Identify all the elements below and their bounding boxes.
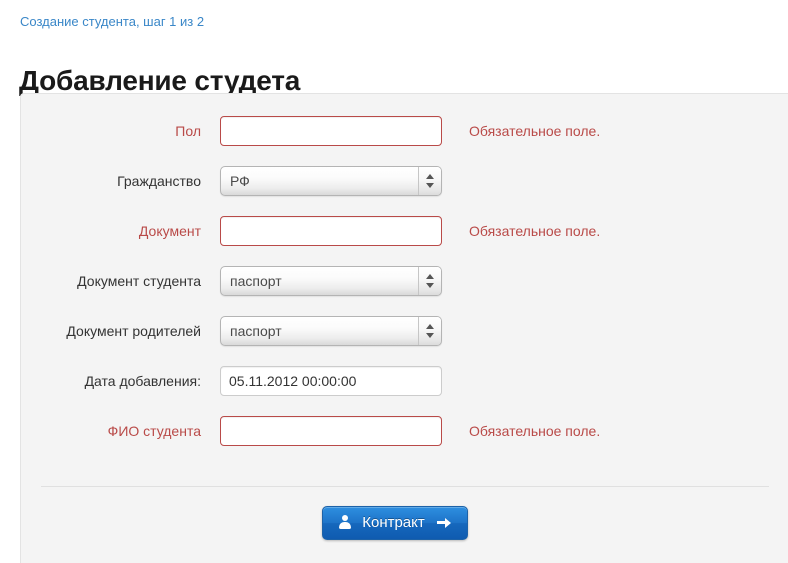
text-input-3[interactable] xyxy=(220,216,442,246)
field-label: Документ xyxy=(138,223,201,239)
select-stepper-icon[interactable] xyxy=(418,317,441,345)
field-error-message: Обязательное поле. xyxy=(469,123,601,139)
select-stepper-icon[interactable] xyxy=(418,267,441,295)
field-control xyxy=(220,416,442,446)
select-2[interactable]: РФ xyxy=(220,166,442,196)
text-input-1[interactable] xyxy=(220,116,442,146)
submit-contract-button[interactable]: Контракт xyxy=(322,506,468,540)
field-label: Пол xyxy=(175,123,201,139)
select-value: паспорт xyxy=(230,323,282,339)
breadcrumb-link[interactable]: Создание студента, шаг 1 из 2 xyxy=(20,14,204,30)
select-value: паспорт xyxy=(230,273,282,289)
footer-actions: Контракт xyxy=(21,506,769,540)
text-input-7[interactable] xyxy=(220,416,442,446)
field-label: Дата добавления: xyxy=(84,373,201,389)
page-root: Создание студента, шаг 1 из 2 Добавление… xyxy=(0,0,788,563)
field-error-message: Обязательное поле. xyxy=(469,223,601,239)
select-4[interactable]: паспорт xyxy=(220,266,442,296)
select-5[interactable]: паспорт xyxy=(220,316,442,346)
field-control xyxy=(220,116,442,146)
field-control: паспорт xyxy=(220,316,442,346)
arrow-right-icon xyxy=(436,516,451,528)
select-value: РФ xyxy=(230,173,250,189)
field-control: РФ xyxy=(220,166,442,196)
field-control: паспорт xyxy=(220,266,442,296)
field-label: Документ студента xyxy=(77,273,201,289)
select-stepper-icon[interactable] xyxy=(418,167,441,195)
field-label: Гражданство xyxy=(117,173,201,189)
field-label: ФИО студента xyxy=(107,423,201,439)
field-control xyxy=(220,366,442,396)
text-input-6[interactable] xyxy=(220,366,442,396)
person-icon xyxy=(339,515,352,530)
field-error-message: Обязательное поле. xyxy=(469,423,601,439)
submit-button-label: Контракт xyxy=(362,514,425,532)
field-label: Документ родителей xyxy=(66,323,201,339)
field-control xyxy=(220,216,442,246)
footer-divider xyxy=(41,486,769,487)
form-panel: Пол Обязательное поле. Гражданство РФ Докуме… xyxy=(20,93,788,563)
